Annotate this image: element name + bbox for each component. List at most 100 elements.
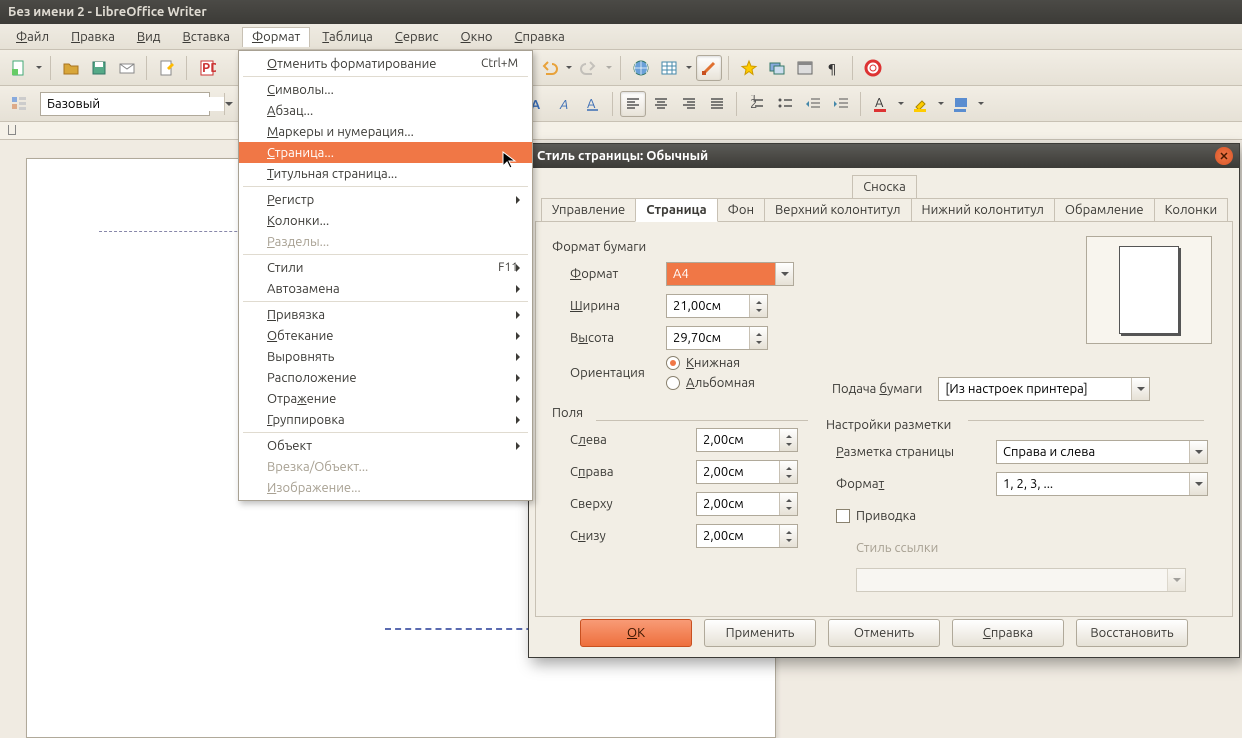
margin-bottom-spinner[interactable] (696, 524, 798, 548)
export-pdf-icon[interactable]: PDF (194, 55, 220, 81)
ok-button[interactable]: ОК (580, 619, 692, 647)
reset-button[interactable]: Восстановить (1076, 619, 1188, 647)
highlight-dropdown[interactable] (936, 99, 946, 108)
margin-right-input[interactable] (697, 461, 779, 483)
paper-tray-combo[interactable] (938, 377, 1150, 401)
height-down-icon[interactable] (750, 338, 767, 349)
menu-файл[interactable]: Файл (6, 27, 59, 47)
undo-dropdown[interactable] (564, 63, 574, 72)
paper-tray-input[interactable] (939, 378, 1131, 400)
underline-icon[interactable]: A (580, 91, 606, 117)
dialog-title-bar[interactable]: Стиль страницы: Обычный ✕ (529, 144, 1239, 168)
navigator-icon[interactable] (736, 55, 762, 81)
menu-item[interactable]: Расположение (239, 367, 532, 388)
menu-item[interactable]: СтилиF11 (239, 257, 532, 278)
menu-item[interactable]: Маркеры и нумерация... (239, 121, 532, 142)
menu-окно[interactable]: Окно (451, 27, 503, 47)
paragraph-style-combo[interactable] (40, 92, 210, 116)
menu-item[interactable]: Абзац... (239, 100, 532, 121)
menu-item[interactable]: Привязка (239, 304, 532, 325)
height-spinner[interactable] (666, 326, 768, 350)
table-dropdown[interactable] (684, 63, 694, 72)
menu-правка[interactable]: Правка (61, 27, 125, 47)
save-icon[interactable] (86, 55, 112, 81)
cancel-button[interactable]: Отменить (828, 619, 940, 647)
new-doc-dropdown[interactable] (34, 63, 44, 72)
numbered-list-icon[interactable]: 12 (744, 91, 770, 117)
margin-left-input[interactable] (697, 429, 779, 451)
margin-bottom-input[interactable] (697, 525, 779, 547)
nonprinting-chars-icon[interactable]: ¶ (820, 55, 846, 81)
margin-top-input[interactable] (697, 493, 779, 515)
increase-indent-icon[interactable] (828, 91, 854, 117)
radio-landscape[interactable]: Альбомная (666, 376, 762, 390)
italic-icon[interactable]: A (552, 91, 578, 117)
tab-footnote[interactable]: Сноска (852, 175, 917, 198)
new-doc-icon[interactable] (6, 55, 32, 81)
background-color-icon[interactable] (948, 91, 974, 117)
menu-item[interactable]: Выровнять (239, 346, 532, 367)
paragraph-style-dropdown[interactable] (224, 93, 233, 115)
tab-0[interactable]: Управление (541, 198, 636, 222)
page-layout-input[interactable] (997, 441, 1189, 463)
email-icon[interactable] (114, 55, 140, 81)
tab-4[interactable]: Нижний колонтитул (911, 198, 1055, 222)
menu-item[interactable]: Группировка (239, 409, 532, 430)
width-up-icon[interactable] (750, 295, 767, 306)
close-icon[interactable]: ✕ (1215, 147, 1233, 165)
horizontal-ruler[interactable] (0, 122, 1242, 140)
align-right-icon[interactable] (676, 91, 702, 117)
number-format-combo[interactable] (996, 472, 1208, 496)
menu-item[interactable]: Автозамена (239, 278, 532, 299)
paper-format-dropdown-icon[interactable] (775, 263, 793, 285)
menu-таблица[interactable]: Таблица (312, 27, 383, 47)
tab-2[interactable]: Фон (717, 198, 765, 222)
tab-5[interactable]: Обрамление (1054, 198, 1155, 222)
number-format-input[interactable] (997, 473, 1189, 495)
edit-mode-icon[interactable] (154, 55, 180, 81)
show-draw-functions-icon[interactable] (696, 55, 722, 81)
page-layout-dropdown-icon[interactable] (1189, 441, 1207, 463)
number-format-dropdown-icon[interactable] (1189, 473, 1207, 495)
width-down-icon[interactable] (750, 306, 767, 317)
margin-top-spinner[interactable] (696, 492, 798, 516)
height-up-icon[interactable] (750, 327, 767, 338)
help-button[interactable]: Справка (952, 619, 1064, 647)
height-input[interactable] (667, 327, 749, 349)
menu-вставка[interactable]: Вставка (172, 27, 239, 47)
menu-сервис[interactable]: Сервис (385, 27, 449, 47)
menu-item[interactable]: Отражение (239, 388, 532, 409)
menu-item[interactable]: Обтекание (239, 325, 532, 346)
width-spinner[interactable] (666, 294, 768, 318)
menu-item[interactable]: Титульная страница... (239, 163, 532, 184)
align-center-icon[interactable] (648, 91, 674, 117)
align-left-icon[interactable] (620, 91, 646, 117)
hyperlink-icon[interactable] (628, 55, 654, 81)
width-input[interactable] (667, 295, 749, 317)
font-color-icon[interactable]: A (868, 91, 894, 117)
margin-right-spinner[interactable] (696, 460, 798, 484)
tab-1[interactable]: Страница (635, 198, 717, 222)
page-layout-combo[interactable] (996, 440, 1208, 464)
menu-item[interactable]: Регистр (239, 189, 532, 210)
paper-tray-dropdown-icon[interactable] (1131, 378, 1149, 400)
undo-icon[interactable] (536, 55, 562, 81)
paragraph-style-input[interactable] (41, 97, 224, 111)
menu-item[interactable]: Страница... (239, 142, 532, 163)
gallery-icon[interactable] (764, 55, 790, 81)
paper-format-input[interactable] (667, 263, 775, 285)
data-sources-icon[interactable] (792, 55, 818, 81)
menu-вид[interactable]: Вид (127, 27, 171, 47)
font-color-dropdown[interactable] (896, 99, 906, 108)
styles-dialog-icon[interactable] (6, 91, 32, 117)
redo-icon[interactable] (576, 55, 602, 81)
open-icon[interactable] (58, 55, 84, 81)
highlight-icon[interactable] (908, 91, 934, 117)
checkbox-register[interactable]: Приводка (836, 509, 932, 523)
align-justify-icon[interactable] (704, 91, 730, 117)
menu-справка[interactable]: Справка (505, 27, 575, 47)
menu-item[interactable]: Колонки... (239, 210, 532, 231)
redo-dropdown[interactable] (604, 63, 614, 72)
menu-item[interactable]: Отменить форматированиеCtrl+M (239, 53, 532, 74)
table-icon[interactable] (656, 55, 682, 81)
